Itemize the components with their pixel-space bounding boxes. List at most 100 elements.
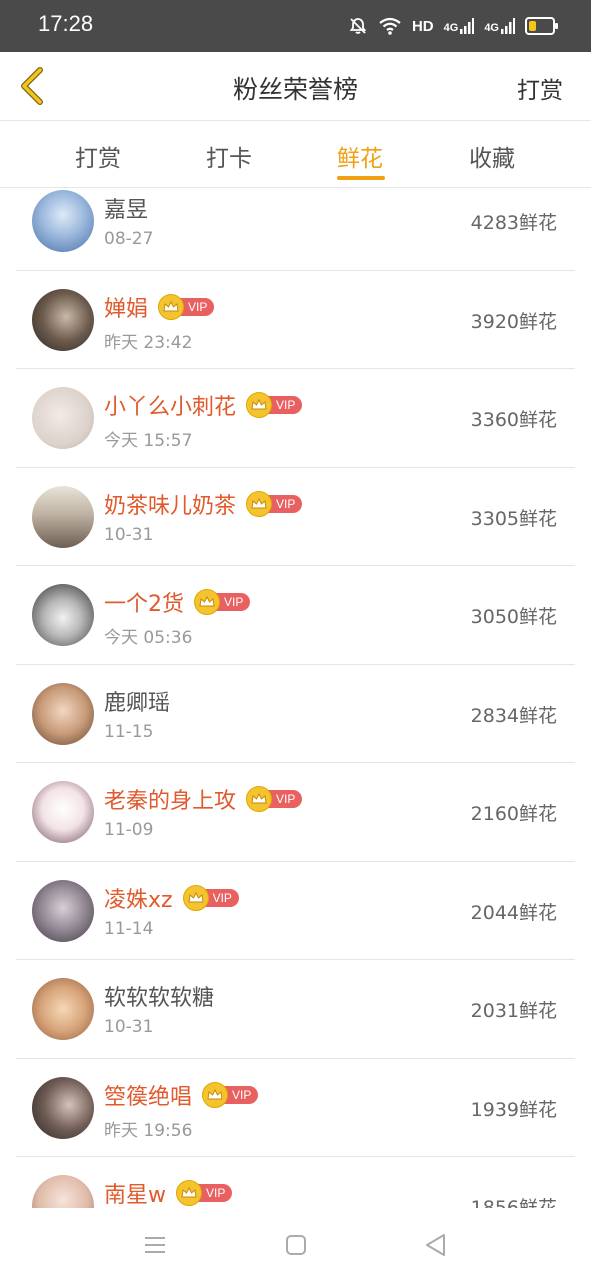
user-name: 嘉昱 [104, 198, 149, 223]
flower-count: 3360鲜花 [470, 409, 557, 431]
user-name: 南星w [104, 1183, 166, 1208]
list-item-5[interactable]: 一个2货 VIP 今天 05:36 3050鲜花 [16, 566, 575, 665]
name-line: 鹿卿瑶 [104, 685, 170, 717]
signal-1: 4G [444, 18, 475, 34]
list-item-11[interactable]: 南星w VIP 1856鲜花 [16, 1157, 575, 1208]
flower-count: 3050鲜花 [470, 606, 557, 628]
crown-icon [176, 1180, 202, 1206]
avatar[interactable] [32, 1076, 94, 1139]
mute-bell-icon [349, 18, 367, 34]
user-name: 软软软软糖 [104, 986, 215, 1011]
crown-icon [158, 293, 185, 320]
name-line: 南星w VIP [104, 1177, 233, 1208]
crown-icon [246, 392, 273, 418]
wifi-icon [379, 17, 401, 35]
user-name: 婵娟 [104, 296, 149, 322]
crown-icon [202, 1081, 229, 1108]
vip-badge: VIP [176, 1180, 233, 1206]
flower-count: 1939鲜花 [470, 1098, 557, 1121]
user-name: 奶茶味儿奶茶 [104, 493, 237, 519]
home-icon[interactable] [281, 1230, 311, 1260]
hd-indicator: HD [411, 17, 434, 35]
timestamp: 昨天 19:56 [104, 1120, 193, 1141]
crown-icon [246, 786, 273, 812]
user-name: 鹿卿瑶 [104, 690, 171, 716]
list-item-4[interactable]: 奶茶味儿奶茶 VIP 10-31 3305鲜花 [16, 468, 575, 566]
tab-checkin[interactable]: 打卡 [206, 139, 252, 173]
avatar[interactable] [32, 1175, 94, 1208]
avatar[interactable] [32, 584, 94, 646]
avatar[interactable] [32, 190, 94, 252]
timestamp: 08-27 [104, 229, 154, 249]
timestamp: 10-31 [104, 1017, 154, 1037]
avatar[interactable] [32, 387, 94, 449]
flower-count: 2834鲜花 [470, 704, 557, 727]
avatar[interactable] [32, 682, 94, 745]
status-bar: 17:28 HD 4G 4G [0, 0, 591, 52]
vip-badge: VIP [158, 293, 215, 320]
avatar[interactable] [32, 781, 94, 843]
battery-icon [525, 17, 558, 35]
list-item-8[interactable]: 凌姝xz VIP 11-14 2044鲜花 [16, 862, 575, 960]
flower-count: 2160鲜花 [470, 803, 557, 825]
user-name: 凌姝xz [104, 887, 173, 913]
timestamp: 今天 05:36 [104, 628, 193, 648]
user-name: 箜篌绝唱 [104, 1084, 193, 1110]
list-scroll: 嘉昱 08-27 4283鲜花 婵娟 VIP 昨天 23:42 3920鲜花 小… [16, 188, 575, 1208]
crown-icon [246, 490, 273, 517]
vip-badge: VIP [182, 884, 239, 911]
name-line: 箜篌绝唱 VIP [104, 1079, 259, 1111]
vip-badge: VIP [246, 786, 303, 812]
flower-count: 4283鲜花 [470, 212, 557, 234]
name-line: 奶茶味儿奶茶 VIP [104, 488, 303, 520]
user-name: 老秦的身上攻 [104, 789, 237, 814]
crown-icon [182, 884, 209, 911]
system-nav-bar [0, 1208, 591, 1280]
timestamp: 10-31 [104, 524, 154, 545]
signal-2: 4G [484, 18, 515, 34]
tab-tips[interactable]: 打赏 [75, 139, 121, 173]
tip-button[interactable]: 打赏 [517, 71, 563, 105]
tab-bar: 打赏 打卡 鲜花 收藏 [0, 121, 591, 188]
avatar[interactable] [32, 879, 94, 942]
name-line: 小丫么小刺花 VIP [104, 389, 303, 421]
signal-bars-icon [460, 18, 475, 34]
vip-badge: VIP [246, 392, 303, 418]
header: 粉丝荣誉榜 打赏 [0, 52, 591, 121]
list-item-2[interactable]: 婵娟 VIP 昨天 23:42 3920鲜花 [16, 271, 575, 369]
flower-count: 1856鲜花 [470, 1197, 557, 1208]
page-title: 粉丝荣誉榜 [232, 75, 358, 104]
status-icons: HD 4G 4G [348, 14, 558, 38]
name-line: 婵娟 VIP [104, 291, 215, 323]
list-item-10[interactable]: 箜篌绝唱 VIP 昨天 19:56 1939鲜花 [16, 1059, 575, 1157]
list-item-6[interactable]: 鹿卿瑶 11-15 2834鲜花 [16, 665, 575, 763]
signal-bars-icon [501, 18, 515, 34]
timestamp: 11-09 [104, 820, 154, 840]
avatar[interactable] [32, 978, 94, 1040]
back-triangle-icon[interactable] [421, 1230, 451, 1260]
name-line: 软软软软糖 [104, 980, 214, 1012]
name-line: 一个2货 VIP [104, 586, 251, 618]
user-name: 小丫么小刺花 [104, 395, 237, 420]
list-item-3[interactable]: 小丫么小刺花 VIP 今天 15:57 3360鲜花 [16, 369, 575, 468]
user-name: 一个2货 [104, 592, 184, 617]
name-line: 凌姝xz VIP [104, 882, 239, 914]
status-time: 17:28 [38, 11, 94, 36]
timestamp: 11-15 [104, 721, 154, 742]
flower-count: 2031鲜花 [470, 1000, 557, 1022]
list-item-9[interactable]: 软软软软糖 10-31 2031鲜花 [16, 960, 575, 1059]
tab-favorites[interactable]: 收藏 [469, 139, 515, 173]
flower-count: 3305鲜花 [470, 507, 557, 530]
active-tab-indicator [337, 176, 385, 180]
menu-icon[interactable] [140, 1230, 170, 1260]
name-line: 嘉昱 [104, 192, 148, 224]
tab-flowers[interactable]: 鲜花 [337, 139, 383, 173]
crown-icon [194, 589, 220, 615]
ranking-list: 嘉昱 08-27 4283鲜花 婵娟 VIP 昨天 23:42 3920鲜花 小… [16, 188, 575, 1208]
avatar[interactable] [32, 288, 94, 351]
list-item-1[interactable]: 嘉昱 08-27 4283鲜花 [16, 188, 575, 271]
timestamp: 11-14 [104, 918, 154, 939]
avatar[interactable] [32, 485, 94, 548]
vip-badge: VIP [194, 589, 251, 615]
list-item-7[interactable]: 老秦的身上攻 VIP 11-09 2160鲜花 [16, 763, 575, 862]
